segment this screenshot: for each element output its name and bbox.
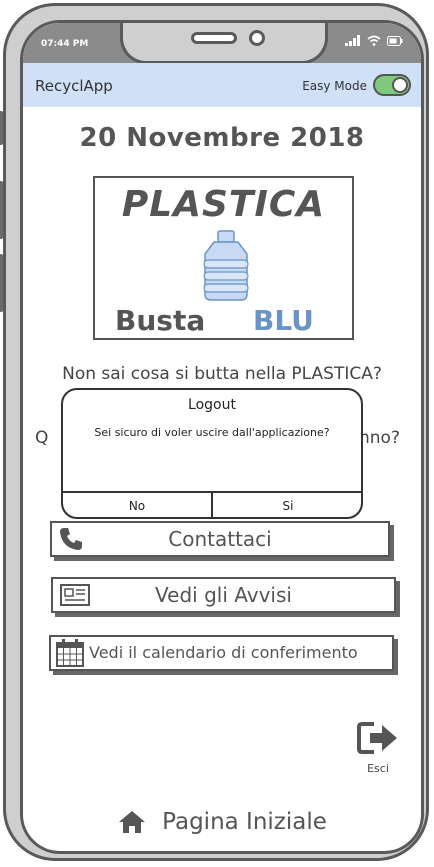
home-icon — [119, 811, 146, 833]
status-time: 07:44 PM — [41, 39, 89, 49]
material-name: PLASTICA — [121, 184, 326, 225]
home-label: Pagina Iniziale — [162, 809, 327, 835]
app-title: RecyclApp — [35, 77, 113, 95]
phone-frame: 07:44 PM RecyclApp Easy Mode 20 Novembre… — [0, 3, 429, 861]
secondary-question-end[interactable]: nno? — [359, 428, 400, 448]
notices-label: Vedi gli Avvisi — [155, 583, 292, 607]
calendar-label: Vedi il calendario di conferimento — [89, 643, 358, 662]
collection-date: 20 Novembre 2018 — [79, 123, 365, 153]
home-nav[interactable]: Pagina Iniziale — [23, 809, 421, 835]
front-camera — [249, 30, 265, 46]
exit-button[interactable]: Esci — [353, 720, 403, 775]
exit-label: Esci — [367, 762, 389, 775]
easy-mode-toggle[interactable] — [373, 74, 411, 96]
bottle-icon — [203, 230, 249, 301]
phone-notch — [120, 23, 328, 64]
waste-type-card: PLASTICA Busta BLU — [93, 176, 354, 340]
no-button[interactable]: No — [63, 494, 211, 518]
yes-button[interactable]: Si — [213, 494, 363, 518]
wifi-icon — [367, 35, 381, 46]
dialog-message: Sei sicuro di voler uscire dall'applicaz… — [94, 426, 330, 439]
toggle-knob — [392, 77, 408, 93]
material-question[interactable]: Non sai cosa si butta nella PLASTICA? — [23, 364, 421, 384]
notices-button[interactable]: Vedi gli Avvisi — [51, 577, 396, 613]
logout-dialog: Logout Sei sicuro di voler uscire dall'a… — [61, 388, 363, 519]
contact-label: Contattaci — [168, 527, 272, 551]
app-bar: RecyclApp Easy Mode — [23, 63, 421, 107]
easy-mode-label: Easy Mode — [302, 79, 367, 93]
speaker-grille — [191, 32, 237, 44]
bag-color-name: BLU — [253, 304, 314, 337]
mute-switch — [0, 111, 3, 145]
battery-icon — [387, 36, 403, 46]
volume-up-button — [0, 181, 3, 239]
exit-icon — [357, 722, 397, 754]
volume-down-button — [0, 254, 3, 312]
status-icons — [345, 35, 403, 46]
calendar-button[interactable]: Vedi il calendario di conferimento — [49, 635, 394, 671]
calendar-icon — [56, 639, 84, 667]
signal-icon — [345, 35, 360, 46]
bag-label: Busta — [115, 304, 206, 337]
dialog-title: Logout — [188, 397, 236, 413]
contact-button[interactable]: Contattaci — [50, 521, 390, 557]
phone-screen: 07:44 PM RecyclApp Easy Mode 20 Novembre… — [20, 20, 424, 854]
